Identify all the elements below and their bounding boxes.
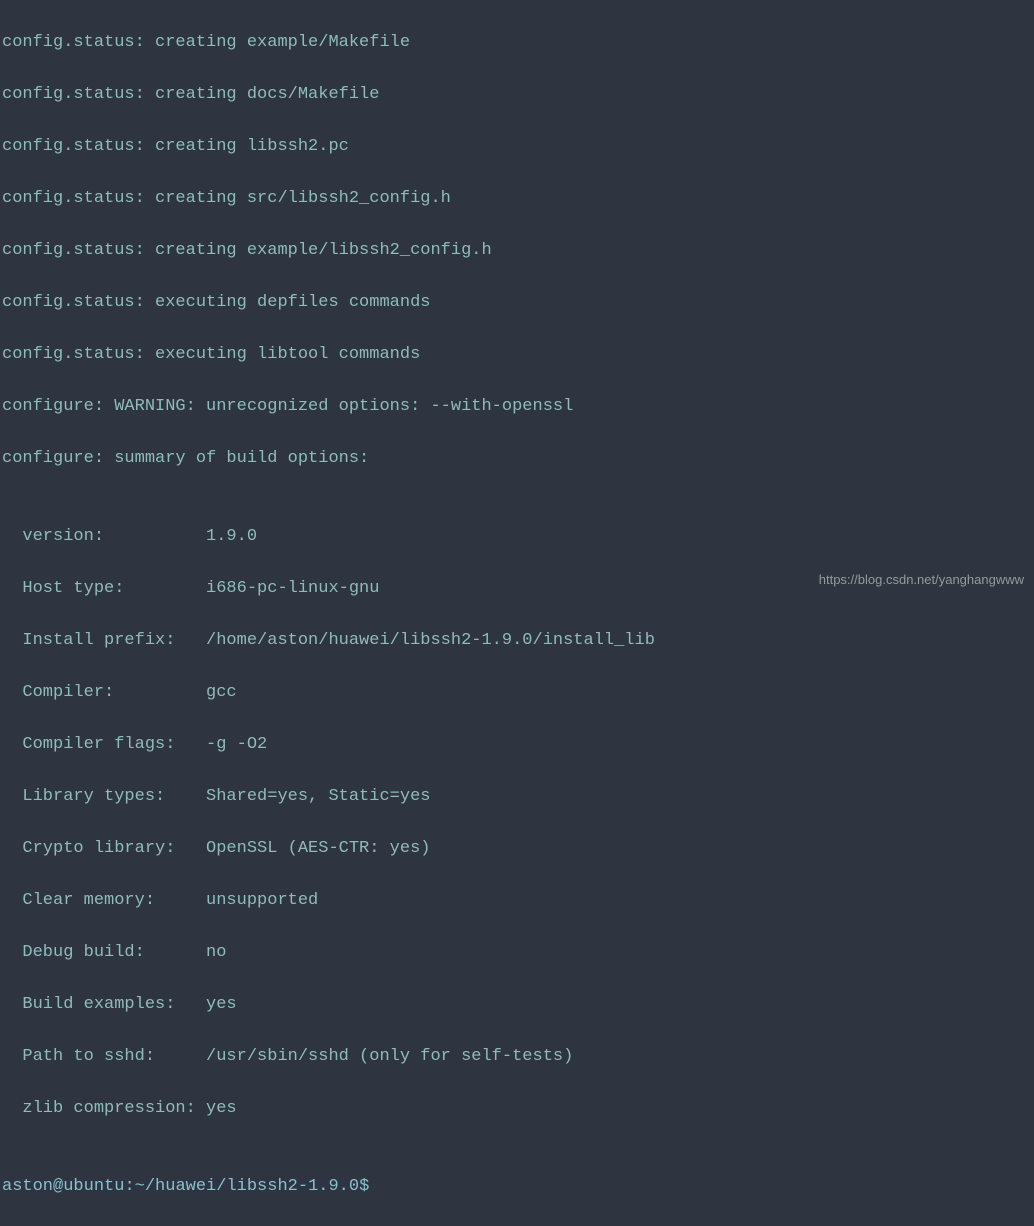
output-line: configure: WARNING: unrecognized options…: [2, 394, 1032, 420]
prompt-at: @: [53, 1177, 63, 1196]
prompt-dollar: $: [359, 1177, 369, 1196]
output-line: config.status: creating example/Makefile: [2, 30, 1032, 56]
output-line: version: 1.9.0: [2, 524, 1032, 550]
output-line: zlib compression: yes: [2, 1096, 1032, 1122]
output-line: config.status: creating docs/Makefile: [2, 82, 1032, 108]
output-line: config.status: executing libtool command…: [2, 342, 1032, 368]
output-line: Path to sshd: /usr/sbin/sshd (only for s…: [2, 1044, 1032, 1070]
prompt-colon: :: [124, 1177, 134, 1196]
output-line: config.status: creating libssh2.pc: [2, 134, 1032, 160]
prompt-path: ~/huawei/libssh2-1.9.0: [135, 1177, 359, 1196]
terminal-output[interactable]: config.status: creating example/Makefile…: [2, 4, 1032, 1226]
output-line: Clear memory: unsupported: [2, 888, 1032, 914]
output-line: Install prefix: /home/aston/huawei/libss…: [2, 628, 1032, 654]
watermark-text: https://blog.csdn.net/yanghangwww: [819, 567, 1024, 593]
output-line: Debug build: no: [2, 940, 1032, 966]
output-line: Crypto library: OpenSSL (AES-CTR: yes): [2, 836, 1032, 862]
output-line: Library types: Shared=yes, Static=yes: [2, 784, 1032, 810]
output-line: configure: summary of build options:: [2, 446, 1032, 472]
output-line: config.status: executing depfiles comman…: [2, 290, 1032, 316]
prompt-user: aston: [2, 1177, 53, 1196]
output-line: Compiler flags: -g -O2: [2, 732, 1032, 758]
output-line: config.status: creating example/libssh2_…: [2, 238, 1032, 264]
output-line: config.status: creating src/libssh2_conf…: [2, 186, 1032, 212]
output-line: Compiler: gcc: [2, 680, 1032, 706]
prompt-host: ubuntu: [63, 1177, 124, 1196]
shell-prompt[interactable]: aston@ubuntu:~/huawei/libssh2-1.9.0$: [2, 1174, 1032, 1200]
output-line: Build examples: yes: [2, 992, 1032, 1018]
